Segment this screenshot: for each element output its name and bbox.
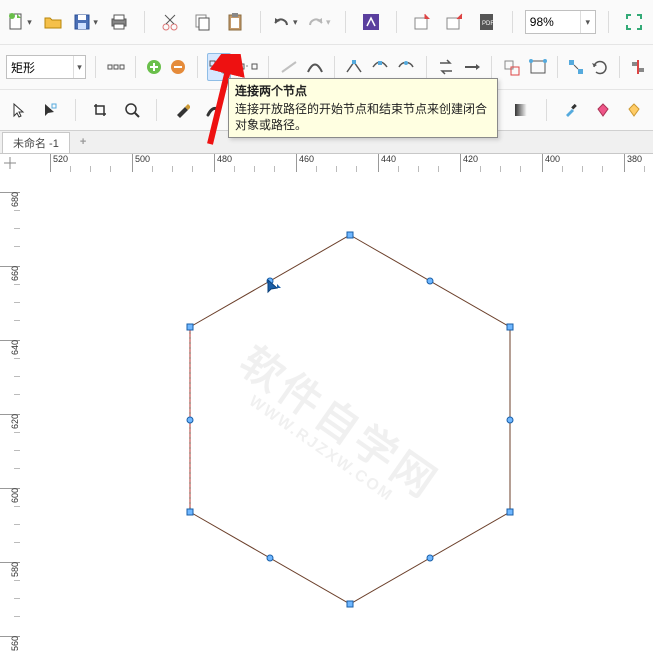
copy-button[interactable] (190, 8, 216, 36)
vertex-node[interactable] (187, 509, 194, 516)
paste-button[interactable] (222, 8, 248, 36)
tooltip-body: 连接开放路径的开始节点和结束节点来创建闭合对象或路径。 (235, 101, 491, 133)
tooltip-title: 连接两个节点 (235, 83, 491, 99)
to-curve-button[interactable] (305, 53, 325, 81)
interactive-fill-button[interactable] (590, 96, 615, 124)
smooth-node-button[interactable] (370, 53, 390, 81)
add-node-button[interactable] (145, 53, 163, 81)
chevron-down-icon: ▾ (326, 17, 333, 28)
zoom-input[interactable] (526, 15, 580, 29)
node-cursor-icon (266, 278, 284, 296)
ruler-horizontal[interactable]: 520500480460440420400380 (20, 154, 653, 173)
document-tab[interactable]: 未命名 -1 (2, 132, 70, 153)
main-toolbar: ▾ ▾ ▾ ▾ PDF ▾ (0, 0, 653, 45)
chevron-down-icon[interactable]: ▾ (580, 11, 595, 33)
vertex-node[interactable] (347, 232, 354, 239)
open-file-button[interactable] (40, 8, 66, 36)
export-button[interactable] (441, 8, 467, 36)
save-button[interactable]: ▾ (72, 8, 100, 36)
align-nodes-button[interactable] (629, 53, 647, 81)
reverse-direction-button[interactable] (436, 53, 456, 81)
ruler-vertical[interactable]: 680660640620600580560 (0, 172, 21, 651)
shape-input[interactable] (7, 60, 73, 74)
vertex-node[interactable] (187, 324, 194, 331)
edge-midpoint-node[interactable] (187, 416, 194, 423)
smart-fill-button[interactable] (622, 96, 647, 124)
edge-midpoint-node[interactable] (267, 555, 274, 562)
import-button[interactable] (409, 8, 435, 36)
cusp-node-button[interactable] (344, 53, 364, 81)
shape-combo[interactable]: ▾ (6, 55, 86, 79)
crop-tool-button[interactable] (88, 96, 113, 124)
publish-pdf-button[interactable]: PDF (474, 8, 500, 36)
vertex-node[interactable] (507, 509, 514, 516)
vertex-node[interactable] (347, 601, 354, 608)
print-button[interactable] (106, 8, 132, 36)
chevron-down-icon: ▾ (293, 17, 300, 28)
redo-button[interactable]: ▾ (306, 8, 333, 36)
zoom-tool-button[interactable] (119, 96, 144, 124)
select-all-nodes-button[interactable] (106, 53, 126, 81)
add-tab-button[interactable]: + (70, 134, 96, 150)
edge-midpoint-node[interactable] (507, 416, 514, 423)
extract-subpath-button[interactable] (502, 53, 522, 81)
artistic-media-button[interactable] (201, 96, 226, 124)
join-nodes-button[interactable] (207, 53, 231, 81)
pick-tool-button[interactable] (6, 96, 31, 124)
vertex-node[interactable] (507, 324, 514, 331)
ruler-origin[interactable] (0, 154, 21, 173)
chevron-down-icon: ▾ (27, 17, 34, 28)
to-line-button[interactable] (279, 53, 299, 81)
cut-button[interactable] (157, 8, 183, 36)
eyedropper-tool-button[interactable] (559, 96, 584, 124)
svg-text:PDF: PDF (482, 21, 494, 27)
stretch-nodes-button[interactable] (567, 53, 585, 81)
full-screen-button[interactable] (621, 8, 647, 36)
chevron-down-icon[interactable]: ▾ (73, 56, 85, 78)
drawing-canvas[interactable]: 软件自学网 WWW.RJZXW.COM (20, 172, 653, 651)
search-button[interactable] (358, 8, 384, 36)
new-file-button[interactable]: ▾ (6, 8, 34, 36)
delete-node-button[interactable] (169, 53, 187, 81)
rotate-nodes-button[interactable] (591, 53, 609, 81)
extend-curve-button[interactable] (462, 53, 482, 81)
symmetric-node-button[interactable] (396, 53, 416, 81)
tooltip: 连接两个节点 连接开放路径的开始节点和结束节点来创建闭合对象或路径。 (228, 78, 498, 138)
close-curve-button[interactable] (528, 53, 548, 81)
undo-button[interactable]: ▾ (273, 8, 300, 36)
zoom-combo[interactable]: ▾ (525, 10, 596, 34)
edge-midpoint-node[interactable] (427, 555, 434, 562)
transparency-tool-button[interactable] (508, 96, 533, 124)
chevron-down-icon: ▾ (93, 17, 100, 28)
freehand-tool-button[interactable] (169, 96, 194, 124)
edge-midpoint-node[interactable] (427, 278, 434, 285)
shape-tool-button[interactable] (37, 96, 62, 124)
workspace: 520500480460440420400380 680660640620600… (0, 154, 653, 651)
hexagon-shape[interactable] (20, 172, 653, 651)
break-node-button[interactable] (237, 53, 259, 81)
